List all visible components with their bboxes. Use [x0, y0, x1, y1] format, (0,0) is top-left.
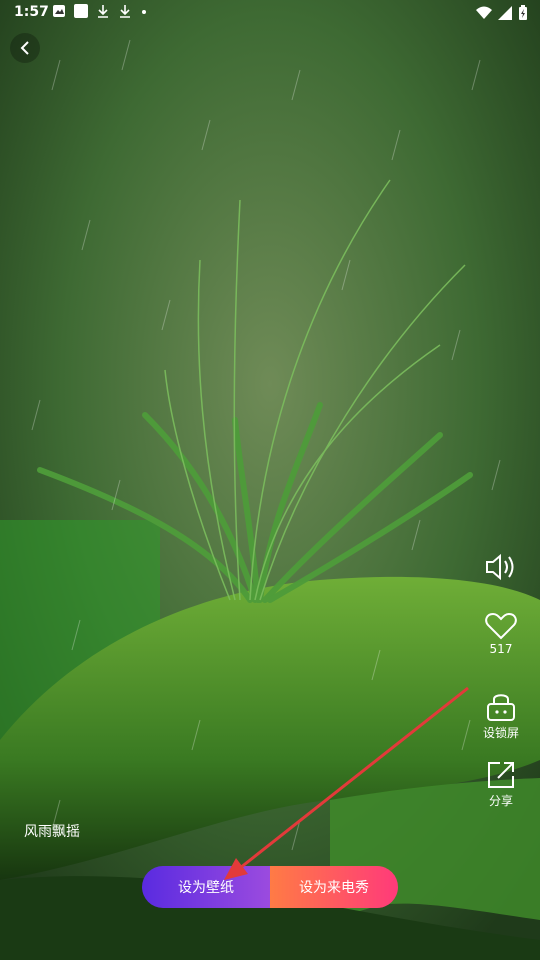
like-count: 517	[489, 642, 513, 656]
status-time: 1:57	[14, 4, 49, 20]
square-icon	[74, 4, 88, 18]
signal-icon	[498, 6, 512, 20]
battery-icon	[519, 5, 527, 20]
set-lockscreen-label: 设锁屏	[482, 726, 519, 740]
lock-icon	[487, 694, 515, 721]
set-call-show-button[interactable]: 设为来电秀	[270, 866, 398, 908]
sound-toggle-button[interactable]	[480, 552, 522, 582]
system-icons	[476, 5, 528, 21]
heart-icon	[485, 612, 517, 640]
dot-icon	[142, 10, 146, 14]
notification-icons	[52, 4, 148, 18]
wallpaper-preview-image	[0, 0, 540, 960]
share-button[interactable]: 分享	[480, 760, 522, 809]
back-button[interactable]	[10, 33, 40, 63]
share-icon	[488, 762, 514, 788]
share-label: 分享	[488, 794, 513, 808]
wallpaper-title: 风雨飘摇	[24, 824, 80, 840]
status-bar: 1:57	[0, 0, 540, 26]
image-icon	[53, 5, 65, 17]
download-icon	[120, 5, 130, 18]
chevron-left-icon	[20, 41, 29, 55]
bottom-action-bar: 设为壁纸 设为来电秀	[142, 866, 398, 908]
speaker-icon	[486, 553, 514, 581]
set-wallpaper-button[interactable]: 设为壁纸	[142, 866, 270, 908]
download-icon	[98, 5, 108, 18]
wifi-icon	[476, 6, 492, 19]
like-button[interactable]: 517	[480, 612, 522, 656]
set-lockscreen-button[interactable]: 设锁屏	[480, 690, 522, 741]
